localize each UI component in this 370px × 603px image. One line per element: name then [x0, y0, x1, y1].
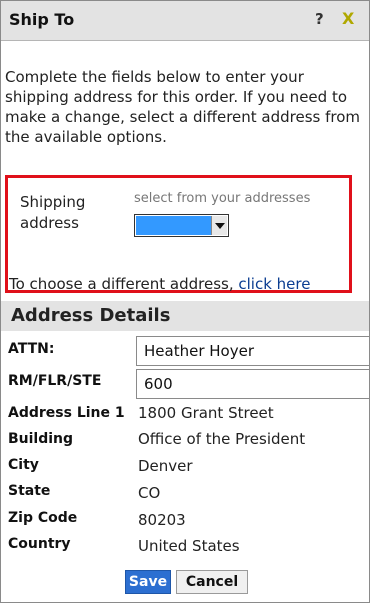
shipping-address-select[interactable] — [134, 214, 229, 237]
building-value: Office of the President — [138, 430, 306, 448]
selected-option-fill — [136, 216, 211, 235]
shipping-address-label: Shipping address — [20, 192, 115, 234]
ship-to-dialog: Ship To ? X Complete the fields below to… — [0, 0, 370, 603]
attn-field[interactable]: Heather Hoyer — [136, 336, 369, 366]
country-value: United States — [138, 537, 240, 555]
building-label: Building — [8, 431, 74, 447]
help-icon[interactable]: ? — [315, 10, 324, 28]
save-button[interactable]: Save — [125, 570, 171, 594]
city-value: Denver — [138, 457, 193, 475]
choose-address-prefix: To choose a different address, — [9, 275, 239, 293]
address-details-title: Address Details — [11, 305, 171, 326]
click-here-link[interactable]: click here — [238, 275, 310, 293]
address-line1-label: Address Line 1 — [8, 405, 125, 421]
shipping-address-label-text: Shipping address — [20, 193, 86, 232]
select-hint: select from your addresses — [134, 191, 311, 206]
address-details-header: Address Details — [1, 301, 369, 331]
rm-flr-ste-field[interactable]: 600 — [136, 369, 369, 399]
state-value: CO — [138, 484, 161, 502]
state-label: State — [8, 483, 51, 499]
address-line1-value: 1800 Grant Street — [138, 404, 274, 422]
choose-address-text: To choose a different address, click her… — [9, 275, 310, 293]
country-label: Country — [8, 536, 71, 552]
cancel-button[interactable]: Cancel — [176, 570, 248, 594]
zip-code-label: Zip Code — [8, 510, 78, 526]
rm-flr-ste-label: RM/FLR/STE — [8, 373, 102, 389]
dialog-title: Ship To — [9, 10, 75, 29]
close-icon[interactable]: X — [342, 9, 354, 28]
intro-text: Complete the fields below to enter your … — [5, 68, 361, 146]
chevron-down-icon — [215, 223, 225, 229]
city-label: City — [8, 457, 39, 473]
dropdown-button[interactable] — [211, 216, 227, 235]
attn-label: ATTN: — [8, 341, 55, 357]
dialog-titlebar: Ship To ? X — [1, 1, 369, 41]
zip-code-value: 80203 — [138, 511, 186, 529]
